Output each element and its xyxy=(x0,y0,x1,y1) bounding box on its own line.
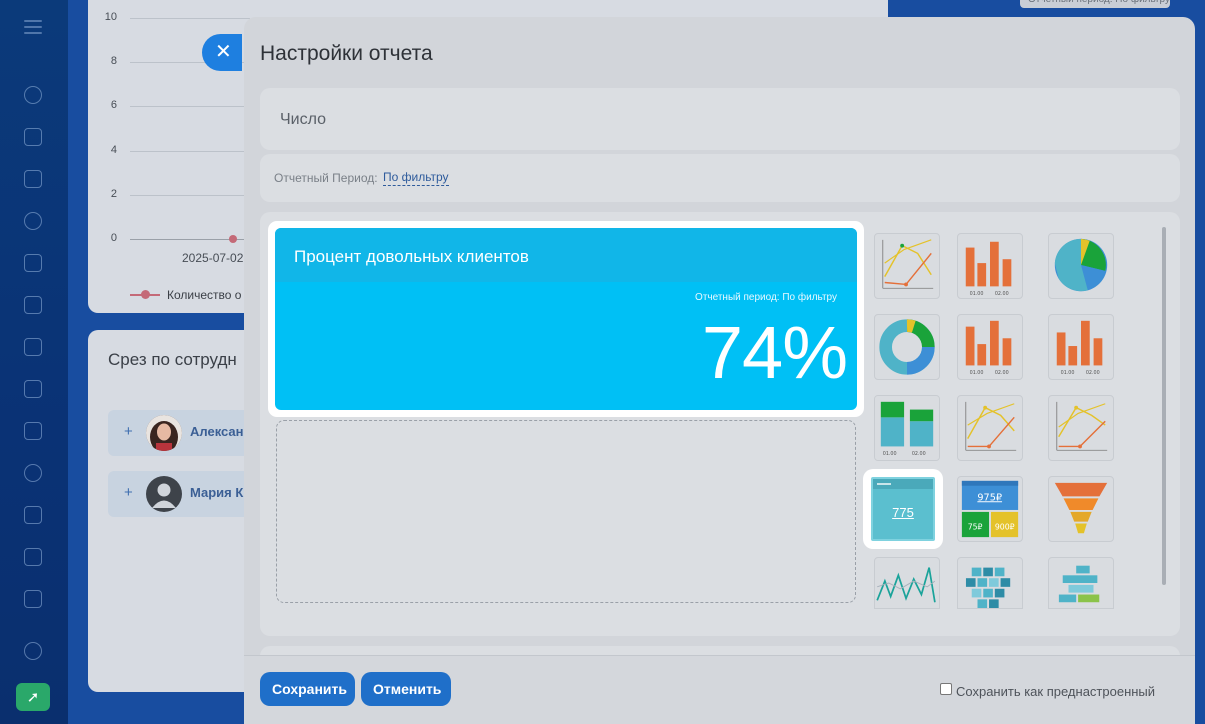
preset-checkbox[interactable] xyxy=(940,683,952,695)
thumb-sparkline-chart[interactable] xyxy=(874,557,940,609)
avatar-placeholder-icon xyxy=(146,476,182,512)
svg-text:02.00: 02.00 xyxy=(912,451,926,457)
cancel-button[interactable]: Отменить xyxy=(361,672,451,706)
document-icon[interactable] xyxy=(24,296,42,314)
avatar xyxy=(146,415,182,451)
period-link[interactable]: По фильтру xyxy=(383,170,449,186)
thumb-heatmap[interactable] xyxy=(957,557,1023,609)
store-icon[interactable] xyxy=(24,590,42,608)
thumb-gantt-chart[interactable] xyxy=(1048,557,1114,609)
thumb-line-chart-3[interactable] xyxy=(1048,395,1114,461)
schedule-icon[interactable] xyxy=(24,548,42,566)
thumb-multi-number-widget[interactable]: 975₽ 75₽ 900₽ xyxy=(957,476,1023,542)
svg-text:01.00: 01.00 xyxy=(1061,370,1075,376)
y-tick: 10 xyxy=(104,11,117,23)
left-rail: ➚ xyxy=(0,0,68,724)
period-label: Отчетный Период: xyxy=(274,171,378,185)
thumb-number-small-b: 900₽ xyxy=(995,522,1015,531)
widget-drop-area xyxy=(276,420,856,603)
thumb-bar-chart-2[interactable]: 01.00 02.00 xyxy=(957,314,1023,380)
svg-text:02.00: 02.00 xyxy=(995,291,1009,297)
widget-period: Отчетный период: По фильтру xyxy=(695,292,837,303)
card-icon[interactable] xyxy=(24,380,42,398)
y-tick: 4 xyxy=(110,144,117,156)
legend-dot xyxy=(141,290,150,299)
employee-row[interactable]: + Мария К xyxy=(108,471,258,517)
menu-icon[interactable] xyxy=(24,20,42,34)
modal-title: Настройки отчета xyxy=(260,42,433,65)
contacts-icon[interactable] xyxy=(24,464,42,482)
activity-icon[interactable] xyxy=(24,86,42,104)
chart-point xyxy=(229,235,237,243)
thumb-funnel-chart[interactable] xyxy=(1048,476,1114,542)
widget-value: 74% xyxy=(701,311,848,394)
number-widget-preview: 775 xyxy=(871,477,935,541)
rocket-icon[interactable]: ➚ xyxy=(16,683,50,711)
mail-icon[interactable] xyxy=(24,422,42,440)
thumb-stacked-bar-chart[interactable]: 01.00 02.00 xyxy=(874,395,940,461)
slice-title: Срез по сотрудн xyxy=(108,350,237,369)
number-widget-preview-large: Процент довольных клиентов Отчетный пери… xyxy=(275,228,857,410)
save-as-preset-toggle[interactable]: Сохранить как преднастроенный xyxy=(940,683,1156,699)
report-name-input[interactable]: Число xyxy=(280,111,326,129)
svg-text:01.00: 01.00 xyxy=(883,451,897,457)
thumb-line-chart-2[interactable] xyxy=(957,395,1023,461)
thumb-number-big: 975₽ xyxy=(977,492,1002,503)
close-modal-button[interactable]: ✕ xyxy=(202,34,242,71)
y-tick: 2 xyxy=(110,188,117,200)
date-label: 2025-07-02 xyxy=(182,251,244,265)
widget-preview-highlight: Процент довольных клиентов Отчетный пери… xyxy=(268,221,864,417)
grid-line xyxy=(130,151,250,152)
thumb-bar-chart[interactable]: 01.00 02.00 xyxy=(957,233,1023,299)
modal-footer: Сохранить Отменить Сохранить как преднас… xyxy=(244,655,1195,724)
grid-line xyxy=(130,18,250,19)
employee-row[interactable]: + Алексан xyxy=(108,410,258,456)
calendar-icon[interactable] xyxy=(24,254,42,272)
legend-label: Количество о xyxy=(167,288,242,302)
expand-plus-icon[interactable]: + xyxy=(124,484,133,501)
svg-text:01.00: 01.00 xyxy=(970,370,984,376)
chat-icon[interactable] xyxy=(24,128,42,146)
thumb-pie-chart[interactable] xyxy=(1048,233,1114,299)
save-button[interactable]: Сохранить xyxy=(260,672,355,706)
report-name-panel: Число xyxy=(260,88,1180,150)
thumb-number-small-a: 75₽ xyxy=(968,522,983,531)
feed-icon[interactable] xyxy=(24,170,42,188)
widget-title: Процент довольных клиентов xyxy=(275,228,857,282)
top-filter-text: Отчетный период: По фильтру xyxy=(1020,0,1170,8)
svg-text:02.00: 02.00 xyxy=(995,370,1009,376)
thumb-bar-chart-3[interactable]: 01.00 02.00 xyxy=(1048,314,1114,380)
scrollbar[interactable] xyxy=(1162,227,1166,585)
y-tick: 6 xyxy=(110,99,117,111)
thumb-number-widget-selected[interactable]: 775 xyxy=(865,471,941,547)
svg-text:01.00: 01.00 xyxy=(970,291,984,297)
svg-text:02.00: 02.00 xyxy=(1086,370,1100,376)
thumb-donut-chart[interactable] xyxy=(874,314,940,380)
report-period-panel: Отчетный Период: По фильтру xyxy=(260,154,1180,202)
grid-line xyxy=(130,106,250,107)
employee-name: Мария К xyxy=(190,485,244,500)
preset-label: Сохранить как преднастроенный xyxy=(956,684,1156,699)
y-tick: 0 xyxy=(110,232,117,244)
expand-plus-icon[interactable]: + xyxy=(124,423,133,440)
grid-line xyxy=(130,195,250,196)
tasks-icon[interactable] xyxy=(24,506,42,524)
number-widget-header xyxy=(873,479,933,489)
hexagon-icon[interactable] xyxy=(24,212,42,230)
thumb-line-chart[interactable] xyxy=(874,233,940,299)
gear-icon[interactable] xyxy=(24,642,42,660)
number-widget-value: 775 xyxy=(892,505,914,520)
employee-name: Алексан xyxy=(190,424,244,439)
board-icon[interactable] xyxy=(24,338,42,356)
y-tick: 8 xyxy=(110,55,117,67)
